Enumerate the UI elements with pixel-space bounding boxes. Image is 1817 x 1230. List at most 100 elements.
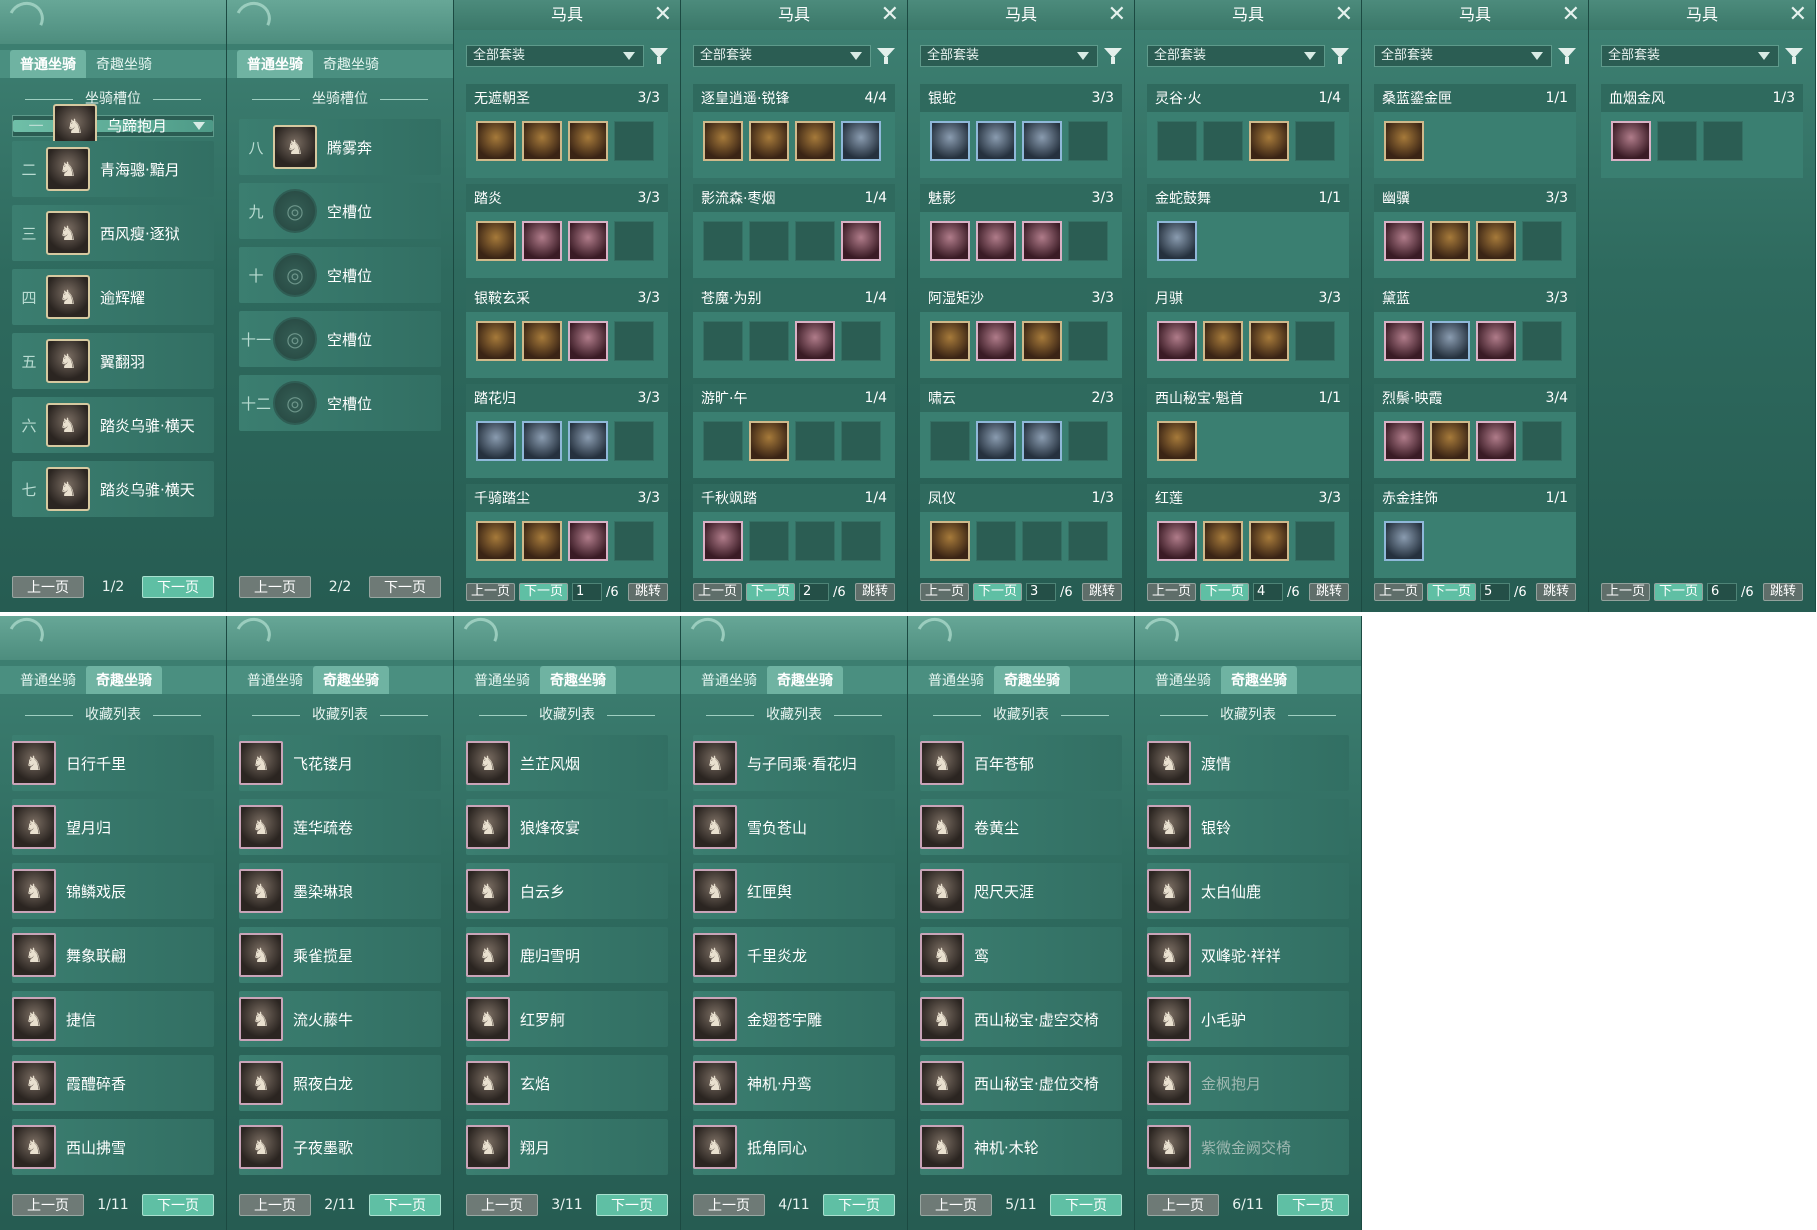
collection-row[interactable]: ♞ 小毛驴 [1147,987,1349,1051]
page-input[interactable]: 1 [572,583,603,601]
tab-normal-mounts[interactable]: 普通坐骑 [10,666,86,694]
prev-page-button[interactable]: 上一页 [12,1194,84,1216]
tack-item-icon[interactable] [1430,421,1470,461]
tack-set[interactable]: 苍魔·为别 1/4 [693,284,895,382]
close-icon[interactable]: ✕ [881,2,899,28]
next-page-button[interactable]: 下一页 [142,576,214,598]
tack-set[interactable]: 金蛇鼓舞 1/1 [1147,184,1349,282]
tab-normal-mounts[interactable]: 普通坐骑 [918,666,994,694]
collection-row[interactable]: ♞ 双峰驼·祥祥 [1147,923,1349,987]
collection-row[interactable]: ♞ 红匣舆 [693,859,895,923]
prev-page-button[interactable]: 上一页 [466,1194,538,1216]
tack-set[interactable]: 千秋飒踏 1/4 [693,484,895,582]
page-input[interactable]: 2 [799,583,830,601]
tab-normal-mounts[interactable]: 普通坐骑 [464,666,540,694]
tack-set[interactable]: 魅影 3/3 [920,184,1122,282]
collection-row[interactable]: ♞ 百年苍郁 [920,731,1122,795]
tack-item-icon[interactable] [1249,121,1289,161]
tack-set[interactable]: 灵谷·火 1/4 [1147,84,1349,182]
tack-set[interactable]: 啸云 2/3 [920,384,1122,482]
tab-normal-mounts[interactable]: 普通坐骑 [1145,666,1221,694]
close-icon[interactable]: ✕ [654,2,672,28]
next-page-button[interactable]: 下一页 [1049,1194,1122,1216]
filter-icon[interactable] [877,48,895,64]
tack-set[interactable]: 幽骥 3/3 [1374,184,1576,282]
tack-item-icon[interactable] [930,121,970,161]
next-page-button[interactable]: 下一页 [519,583,569,601]
collection-row[interactable]: ♞ 飞花镂月 [239,731,441,795]
tack-item-icon[interactable] [522,221,562,261]
slot-row[interactable]: 七 ♞ 踏炎乌骓·横天 [12,457,214,521]
prev-page-button[interactable]: 上一页 [920,583,970,601]
jump-button[interactable]: 跳转 [1535,583,1576,601]
collection-row[interactable]: ♞ 银铃 [1147,795,1349,859]
tab-fun-mounts[interactable]: 奇趣坐骑 [767,666,843,694]
tack-item-icon[interactable] [930,221,970,261]
tack-item-icon[interactable] [795,121,835,161]
tack-item-icon[interactable] [568,121,608,161]
tack-item-icon[interactable] [522,121,562,161]
next-page-button[interactable]: 下一页 [746,583,796,601]
next-page-button[interactable]: 下一页 [1654,583,1704,601]
tack-item-icon[interactable] [1022,421,1062,461]
tack-item-icon[interactable] [568,521,608,561]
prev-page-button[interactable]: 上一页 [1601,583,1651,601]
slot-row[interactable]: 十 ◎ 空槽位 [239,243,441,307]
collection-row[interactable]: ♞ 霞醴碎香 [12,1051,214,1115]
collection-row[interactable]: ♞ 西山秘宝·虚空交椅 [920,987,1122,1051]
tack-item-icon[interactable] [1157,321,1197,361]
slot-row[interactable]: 一 ♞ 乌蹄抱月 [12,104,214,148]
tack-item-icon[interactable] [1611,121,1651,161]
collection-row[interactable]: ♞ 紫微金阙交椅 [1147,1115,1349,1179]
tack-item-icon[interactable] [1384,421,1424,461]
tack-set[interactable]: 月骐 3/3 [1147,284,1349,382]
tack-item-icon[interactable] [1384,521,1424,561]
set-filter-select[interactable]: 全部套装 [1601,45,1779,67]
set-filter-select[interactable]: 全部套装 [920,45,1098,67]
tack-item-icon[interactable] [1430,221,1470,261]
page-input[interactable]: 6 [1707,583,1738,601]
close-icon[interactable]: ✕ [1108,2,1126,28]
collection-row[interactable]: ♞ 咫尺天涯 [920,859,1122,923]
filter-icon[interactable] [1785,48,1803,64]
tack-item-icon[interactable] [568,221,608,261]
prev-page-button[interactable]: 上一页 [1147,583,1197,601]
tack-item-icon[interactable] [1022,121,1062,161]
tack-item-icon[interactable] [1157,421,1197,461]
tack-set[interactable]: 踏花归 3/3 [466,384,668,482]
tab-normal-mounts[interactable]: 普通坐骑 [10,50,86,78]
tack-item-icon[interactable] [976,421,1016,461]
set-filter-select[interactable]: 全部套装 [1147,45,1325,67]
tack-set[interactable]: 逐皇逍遥·锐锋 4/4 [693,84,895,182]
tack-set[interactable]: 银蛇 3/3 [920,84,1122,182]
slot-row[interactable]: 六 ♞ 踏炎乌骓·横天 [12,393,214,457]
slot-row[interactable]: 十二 ◎ 空槽位 [239,371,441,435]
jump-button[interactable]: 跳转 [1081,583,1122,601]
slot-row[interactable]: 二 ♞ 青海骢·黯月 [12,137,214,201]
collection-row[interactable]: ♞ 日行千里 [12,731,214,795]
collection-row[interactable]: ♞ 玄焰 [466,1051,668,1115]
tack-item-icon[interactable] [1384,221,1424,261]
collection-row[interactable]: ♞ 金翅苍宇雕 [693,987,895,1051]
collection-row[interactable]: ♞ 金枫抱月 [1147,1051,1349,1115]
tack-set[interactable]: 血烟金风 1/3 [1601,84,1803,182]
tack-item-icon[interactable] [1157,221,1197,261]
next-page-button[interactable]: 下一页 [973,583,1023,601]
set-filter-select[interactable]: 全部套装 [693,45,871,67]
collection-row[interactable]: ♞ 与子同乘·看花归 [693,731,895,795]
prev-page-button[interactable]: 上一页 [239,576,311,598]
tab-fun-mounts[interactable]: 奇趣坐骑 [313,666,389,694]
tack-item-icon[interactable] [841,121,881,161]
tack-set[interactable]: 阿湿矩沙 3/3 [920,284,1122,382]
close-icon[interactable]: ✕ [1335,2,1353,28]
jump-button[interactable]: 跳转 [627,583,668,601]
collection-row[interactable]: ♞ 鹿归雪明 [466,923,668,987]
tack-set[interactable]: 影流森·枣烟 1/4 [693,184,895,282]
tack-item-icon[interactable] [1476,321,1516,361]
tack-item-icon[interactable] [1157,521,1197,561]
collection-row[interactable]: ♞ 神机·木轮 [920,1115,1122,1179]
tack-item-icon[interactable] [1203,521,1243,561]
collection-row[interactable]: ♞ 渡情 [1147,731,1349,795]
tack-item-icon[interactable] [568,321,608,361]
set-filter-select[interactable]: 全部套装 [1374,45,1552,67]
